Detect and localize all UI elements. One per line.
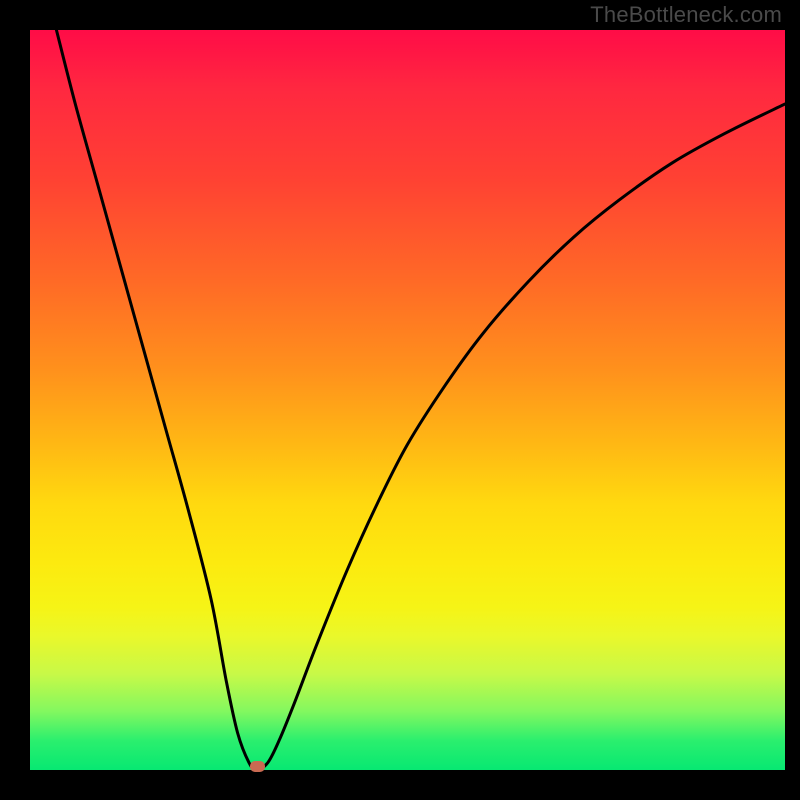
bottleneck-curve-path bbox=[56, 30, 785, 770]
minimum-marker bbox=[250, 761, 265, 772]
plot-area bbox=[30, 30, 785, 770]
chart-frame: TheBottleneck.com bbox=[0, 0, 800, 800]
curve-svg bbox=[30, 30, 785, 770]
watermark-text: TheBottleneck.com bbox=[590, 2, 782, 28]
